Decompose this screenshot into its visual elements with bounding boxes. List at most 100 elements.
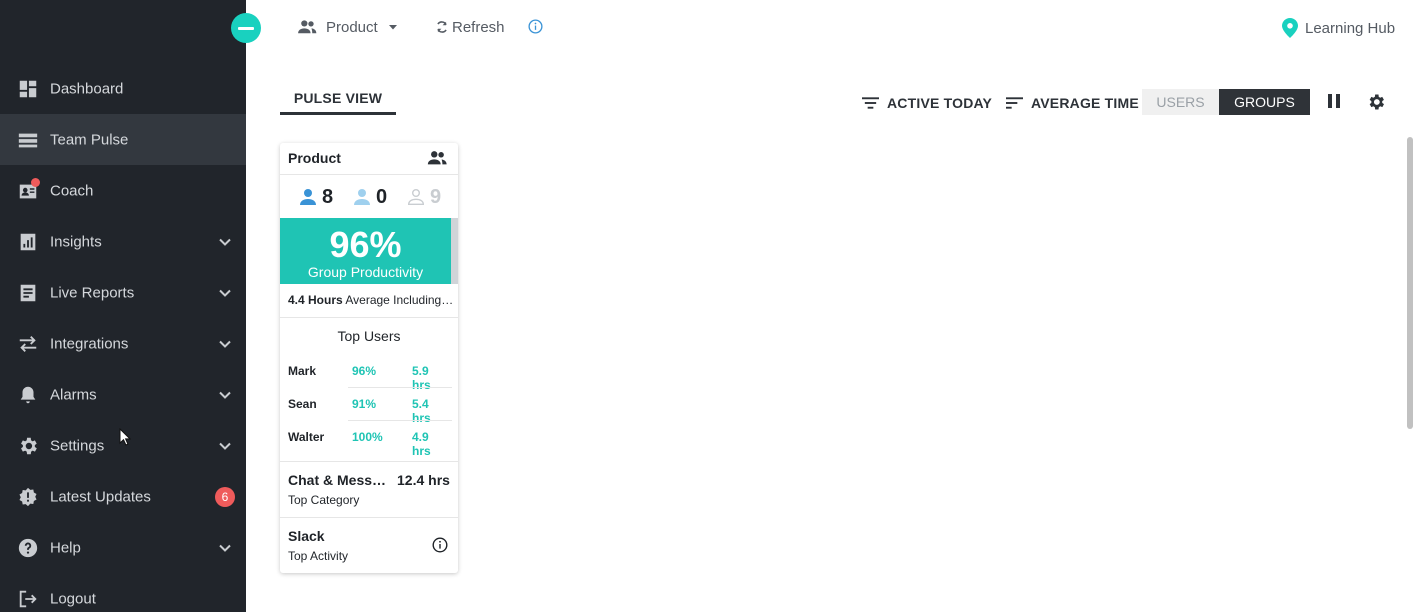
top-category-hours: 12.4 hrs <box>397 472 450 488</box>
average-hours-value: 4.4 Hours <box>288 293 343 307</box>
pause-icon[interactable] <box>1326 93 1342 109</box>
app-root: Dashboard Team Pulse Coach Insights Live… <box>0 0 1424 612</box>
sidebar-item-alarms[interactable]: Alarms <box>0 369 246 420</box>
badge-icon <box>19 487 37 506</box>
learning-hub-link[interactable]: Learning Hub <box>1282 17 1395 39</box>
sidebar-item-label: Insights <box>50 233 102 250</box>
idle-count-value: 0 <box>376 185 388 208</box>
chevron-down-icon <box>219 289 231 297</box>
offline-count-value: 9 <box>430 185 442 208</box>
card-title: Product <box>288 150 341 166</box>
sidebar-item-label: Settings <box>50 437 105 454</box>
logout-icon <box>19 590 37 607</box>
gear-icon <box>21 437 37 454</box>
card-scroll-indicator <box>451 218 458 284</box>
divider <box>280 317 458 318</box>
top-activity-label: Top Activity <box>288 549 349 563</box>
user-active-icon <box>300 189 316 205</box>
user-offline-icon <box>407 189 425 205</box>
chevron-down-icon <box>219 442 231 450</box>
top-users-title: Top Users <box>337 328 401 344</box>
group-icon <box>427 151 447 165</box>
top-activity-name: Slack <box>288 528 325 544</box>
productivity-percent: 96% <box>329 224 402 265</box>
sidebar-item-latest-updates[interactable]: Latest Updates 6 <box>0 471 246 522</box>
learning-hub-label: Learning Hub <box>1305 19 1396 37</box>
group-selector-label: Product <box>326 18 378 36</box>
user-name: Mark <box>288 364 317 378</box>
info-icon[interactable] <box>432 537 448 553</box>
team-pulse-icon <box>18 133 38 147</box>
average-hours-line: 4.4 Hours Average Including… <box>288 293 454 307</box>
sidebar-item-label: Team Pulse <box>50 131 129 148</box>
group-card[interactable]: Product 8 0 9 96% Group Productivity 4.4… <box>280 143 458 573</box>
toggle-users-button[interactable]: USERS <box>1142 89 1219 115</box>
refresh-icon <box>437 21 447 33</box>
sidebar-item-insights[interactable]: Insights <box>0 216 246 267</box>
productivity-label: Group Productivity <box>307 264 424 280</box>
average-time-sort-button[interactable]: AVERAGE TIME <box>1006 93 1139 113</box>
refresh-label: Refresh <box>452 18 505 36</box>
minus-icon <box>238 26 254 30</box>
dashboard-icon <box>19 80 37 97</box>
chevron-down-icon <box>219 391 231 399</box>
integrations-icon <box>19 335 37 352</box>
sidebar-collapse-button[interactable] <box>231 13 261 43</box>
sidebar-item-coach[interactable]: Coach <box>0 165 246 216</box>
chevron-down-icon <box>219 340 231 348</box>
sidebar-item-label: Alarms <box>50 386 97 403</box>
help-icon <box>18 538 38 557</box>
user-productivity: 91% <box>352 397 377 411</box>
live-reports-icon <box>20 284 36 301</box>
user-productivity: 100% <box>352 430 383 444</box>
idle-users-count: 0 <box>353 185 387 209</box>
mouse-cursor-icon <box>119 428 131 446</box>
sidebar-item-label: Live Reports <box>50 284 135 301</box>
notification-dot <box>31 178 40 187</box>
group-icon <box>298 20 317 34</box>
user-hours: 4.9 hrs <box>412 430 431 458</box>
user-name: Walter <box>288 430 325 444</box>
caret-down-icon <box>388 25 397 30</box>
top-user-row[interactable]: Mark 96% 5.9 hrs <box>288 354 450 392</box>
insights-icon <box>20 233 36 250</box>
filter-icon <box>862 97 879 109</box>
toggle-groups-button[interactable]: GROUPS <box>1219 89 1310 115</box>
average-hours-text: Average Including… <box>345 293 454 307</box>
sidebar-item-label: Coach <box>50 182 94 199</box>
sidebar-item-logout[interactable]: Logout <box>0 573 246 612</box>
user-idle-icon <box>354 189 370 205</box>
sidebar-item-label: Logout <box>50 590 96 607</box>
chevron-down-icon <box>219 238 231 246</box>
group-productivity-block: 96% Group Productivity <box>280 218 451 284</box>
sidebar-item-live-reports[interactable]: Live Reports <box>0 267 246 318</box>
user-status-counts: 8 0 9 <box>280 176 458 218</box>
settings-gear-icon[interactable] <box>1366 92 1386 112</box>
active-count-value: 8 <box>322 185 334 208</box>
info-icon[interactable] <box>528 19 543 34</box>
sidebar-item-help[interactable]: Help <box>0 522 246 573</box>
sidebar: Dashboard Team Pulse Coach Insights Live… <box>0 0 246 612</box>
card-header: Product <box>280 143 458 175</box>
group-selector-dropdown[interactable]: Product <box>296 16 399 38</box>
user-productivity: 96% <box>352 364 377 378</box>
location-pin-icon <box>1282 18 1298 38</box>
users-groups-toggle: USERS GROUPS <box>1142 89 1310 115</box>
sort-icon <box>1006 97 1023 109</box>
sidebar-item-integrations[interactable]: Integrations <box>0 318 246 369</box>
top-user-row[interactable]: Walter 100% 4.9 hrs <box>288 420 450 458</box>
active-today-filter-button[interactable]: ACTIVE TODAY <box>862 93 992 113</box>
refresh-button[interactable]: Refresh <box>435 16 505 38</box>
top-category-name: Chat & Messa… <box>288 472 388 488</box>
sidebar-item-dashboard[interactable]: Dashboard <box>0 63 246 114</box>
average-time-label: AVERAGE TIME <box>1031 95 1139 111</box>
sidebar-item-team-pulse[interactable]: Team Pulse <box>0 114 246 165</box>
top-category-label: Top Category <box>288 493 360 507</box>
active-today-label: ACTIVE TODAY <box>887 95 993 111</box>
vertical-scrollbar[interactable] <box>1407 137 1413 429</box>
tab-pulse-view[interactable]: PULSE VIEW <box>280 90 396 115</box>
top-user-row[interactable]: Sean 91% 5.4 hrs <box>288 387 450 425</box>
offline-users-count: 9 <box>407 185 441 209</box>
updates-count-badge: 6 <box>215 486 235 507</box>
divider <box>280 461 458 462</box>
